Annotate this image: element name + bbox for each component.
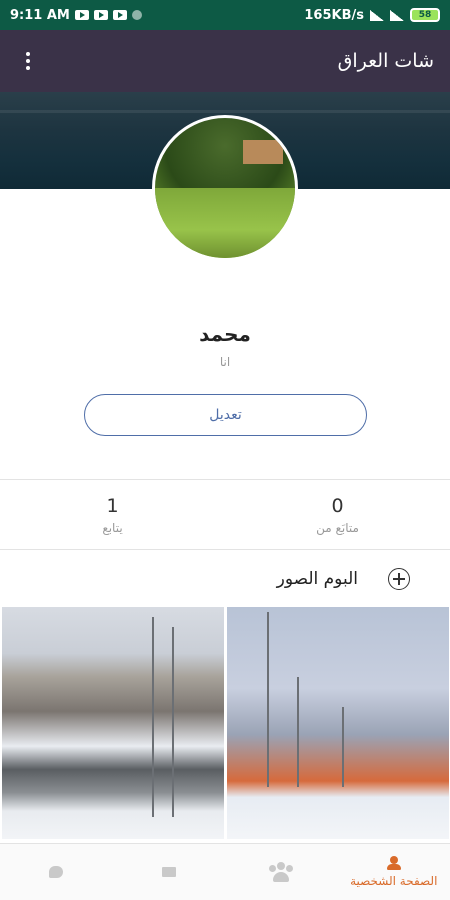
followers-count: 0 [331,495,344,517]
status-time: 9:11 AM [10,7,70,23]
divider [0,549,450,550]
bottom-navigation: الصفحة الشخصية [0,843,450,900]
avatar-grass [155,188,295,258]
chat-icon [49,866,64,878]
followers-label: متابَع من [316,521,359,535]
nav-label-profile: الصفحة الشخصية [350,874,438,888]
nav-item-groups[interactable] [225,844,338,900]
tree-decoration [267,612,269,787]
tree-decoration [297,677,299,787]
album-header: البوم الصور [0,556,450,602]
tree-decoration [152,617,154,817]
edit-profile-button[interactable]: تعديل [84,394,367,436]
youtube-notification-icon [112,10,127,20]
status-bar: 9:11 AM 165KB/s 58 [0,0,450,30]
youtube-notification-icon [74,10,89,20]
mail-icon [161,867,176,877]
profile-status: انا [219,355,231,369]
profile-name: محمد [199,322,251,346]
notification-dot-icon [131,10,142,20]
tree-decoration [172,627,174,817]
following-stat[interactable]: 1 يتابع [0,481,225,549]
nav-item-profile[interactable]: الصفحة الشخصية [338,844,450,900]
battery-icon: 58 [410,8,440,22]
app-bar: شات العراق [0,30,450,92]
followers-stat[interactable]: 0 متابَع من [225,481,450,549]
signal-icon [390,9,404,21]
network-speed: 165KB/s [304,7,364,23]
more-vert-icon[interactable] [16,49,40,73]
stats-row: 1 يتابع 0 متابَع من [0,481,450,549]
battery-level: 58 [418,10,432,20]
profile-screen: 9:11 AM 165KB/s 58 شات العراق محمد انا ت… [0,0,450,900]
signal-icon [370,9,384,21]
nav-item-messages[interactable] [113,844,226,900]
following-label: يتابع [102,521,123,535]
group-icon [268,862,294,882]
album-photo[interactable] [227,607,449,839]
album-title: البوم الصور [276,569,358,589]
photo-grid [2,607,449,839]
person-icon [386,856,402,870]
app-title: شات العراق [337,50,434,72]
divider [0,479,450,480]
tree-decoration [342,707,344,787]
avatar-house [243,140,283,164]
avatar[interactable] [152,115,298,261]
nav-item-chats[interactable] [0,844,113,900]
following-count: 1 [106,495,119,517]
album-photo[interactable] [2,607,224,839]
youtube-notification-icon [93,10,108,20]
add-circle-icon[interactable] [388,568,410,590]
